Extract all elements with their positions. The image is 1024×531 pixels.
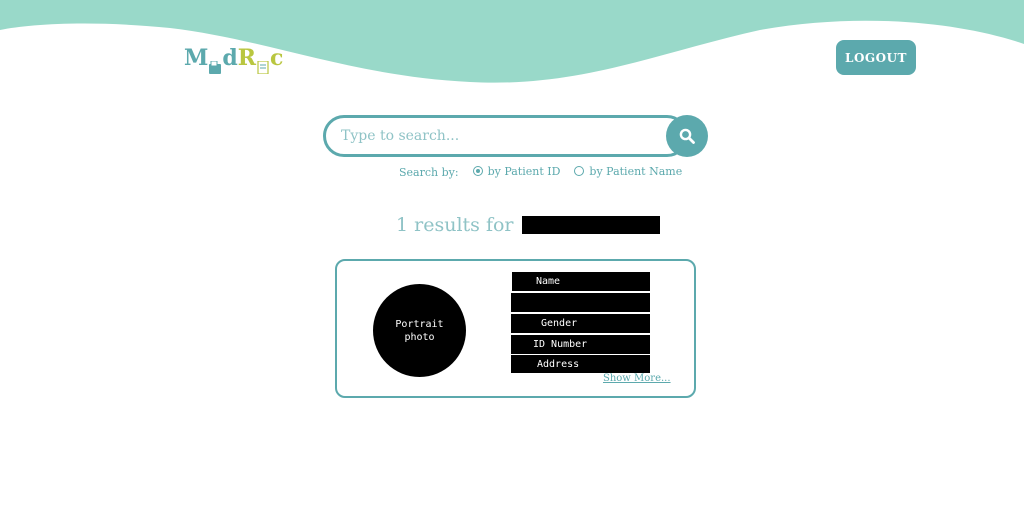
result-card: Portrait photo Name Gender ID Number Add… — [335, 259, 696, 398]
search-button[interactable] — [666, 115, 708, 157]
page: M d R c LOGOUT Search by: — [0, 0, 1024, 531]
radio-label-patient-name: by Patient Name — [589, 164, 683, 178]
portrait-photo: Portrait photo — [373, 284, 466, 377]
field-name: Name — [512, 272, 650, 291]
portrait-line-2: photo — [404, 331, 435, 343]
portrait-line-1: Portrait — [395, 318, 444, 330]
logo-letter-m: M — [184, 45, 209, 71]
radio-label-patient-id: by Patient ID — [487, 164, 561, 178]
field-address: Address — [511, 355, 650, 373]
document-icon — [257, 53, 269, 75]
field-gender: Gender — [511, 314, 650, 333]
field-id-number: ID Number — [511, 335, 650, 354]
search-by-label: Search by: — [399, 166, 459, 179]
logout-button[interactable]: LOGOUT — [836, 40, 916, 75]
radio-unchecked-icon[interactable] — [574, 166, 585, 176]
app-logo[interactable]: M d R c — [184, 44, 284, 75]
search-icon — [679, 128, 695, 144]
radio-checked-icon[interactable] — [472, 166, 483, 176]
search-input[interactable] — [323, 115, 688, 157]
results-count-text: 1 results for — [396, 214, 514, 236]
search-bar — [323, 115, 708, 157]
folder-icon — [209, 53, 222, 74]
radio-by-patient-id[interactable]: by Patient ID — [472, 164, 561, 178]
search-by-options: Search by: by Patient ID by Patient Name — [399, 163, 696, 180]
logo-letter-d: d — [222, 45, 238, 71]
results-summary: 1 results for — [396, 214, 660, 236]
field-redacted — [511, 293, 650, 312]
show-more-link[interactable]: Show More... — [603, 373, 671, 384]
redacted-query — [521, 216, 660, 234]
logo-letter-r: R — [237, 45, 257, 71]
radio-by-patient-name[interactable]: by Patient Name — [574, 165, 682, 178]
logo-letter-c: c — [270, 45, 284, 71]
